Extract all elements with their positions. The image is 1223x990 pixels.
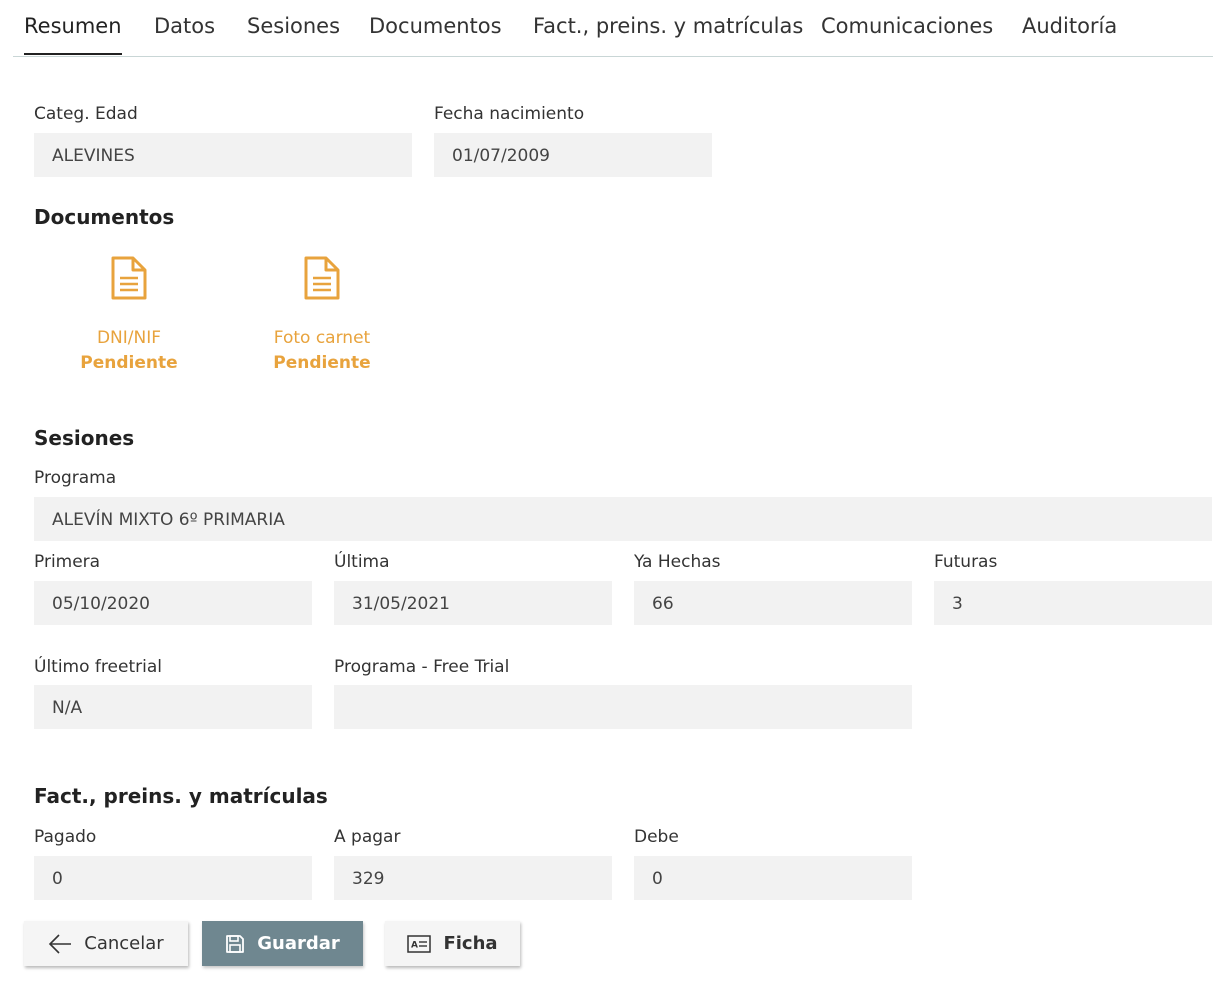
prog-freetrial-label: Programa - Free Trial [334,657,510,677]
tab-documentos[interactable]: Documentos [369,14,502,38]
tab-resumen[interactable]: Resumen [24,14,122,55]
hechas-label: Ya Hechas [634,552,721,572]
categoria-label: Categ. Edad [34,104,138,124]
tab-facturacion[interactable]: Fact., preins. y matrículas [533,14,803,38]
programa-label: Programa [34,468,117,488]
nacimiento-label: Fecha nacimiento [434,104,585,124]
apagar-label: A pagar [334,827,401,847]
doc-item-foto[interactable]: Foto carnet Pendiente [227,256,417,373]
id-card-icon: A [407,934,432,953]
save-icon [225,934,245,954]
apagar-field[interactable]: 329 [334,856,612,900]
ficha-label: Ficha [443,933,498,954]
doc-status: Pendiente [80,353,178,373]
doc-item-dni[interactable]: DNI/NIF Pendiente [34,256,224,373]
arrow-left-icon [48,933,72,954]
pagado-label: Pagado [34,827,97,847]
tab-comunicaciones[interactable]: Comunicaciones [821,14,993,38]
facturacion-title: Fact., preins. y matrículas [34,784,328,808]
ficha-button[interactable]: A Ficha [385,921,520,966]
save-label: Guardar [257,933,340,954]
ultima-field[interactable]: 31/05/2021 [334,581,612,625]
programa-field[interactable]: ALEVÍN MIXTO 6º PRIMARIA [34,497,1212,541]
futuras-label: Futuras [934,552,998,572]
svg-text:A: A [411,940,418,950]
categoria-field[interactable]: ALEVINES [34,133,412,177]
doc-name: Foto carnet [273,328,371,348]
tab-bar: Resumen Datos Sesiones Documentos Fact.,… [13,0,1213,57]
hechas-field[interactable]: 66 [634,581,912,625]
ultima-label: Última [334,552,390,572]
document-icon [227,256,417,300]
tab-auditoria[interactable]: Auditoría [1022,14,1117,38]
cancel-button[interactable]: Cancelar [24,921,188,966]
tab-datos[interactable]: Datos [154,14,215,38]
sesiones-title: Sesiones [34,426,135,450]
doc-name: DNI/NIF [96,328,162,348]
debe-field[interactable]: 0 [634,856,912,900]
cancel-label: Cancelar [84,933,164,954]
primera-label: Primera [34,552,101,572]
nacimiento-field[interactable]: 01/07/2009 [434,133,712,177]
documentos-title: Documentos [34,205,175,229]
pagado-field[interactable]: 0 [34,856,312,900]
freetrial-field[interactable]: N/A [34,685,312,729]
tab-sesiones[interactable]: Sesiones [247,14,340,38]
doc-status: Pendiente [273,353,371,373]
save-button[interactable]: Guardar [202,921,363,966]
debe-label: Debe [634,827,679,847]
futuras-field[interactable]: 3 [934,581,1212,625]
prog-freetrial-field[interactable] [334,685,912,729]
document-icon [34,256,224,300]
freetrial-label: Último freetrial [34,657,162,677]
primera-field[interactable]: 05/10/2020 [34,581,312,625]
